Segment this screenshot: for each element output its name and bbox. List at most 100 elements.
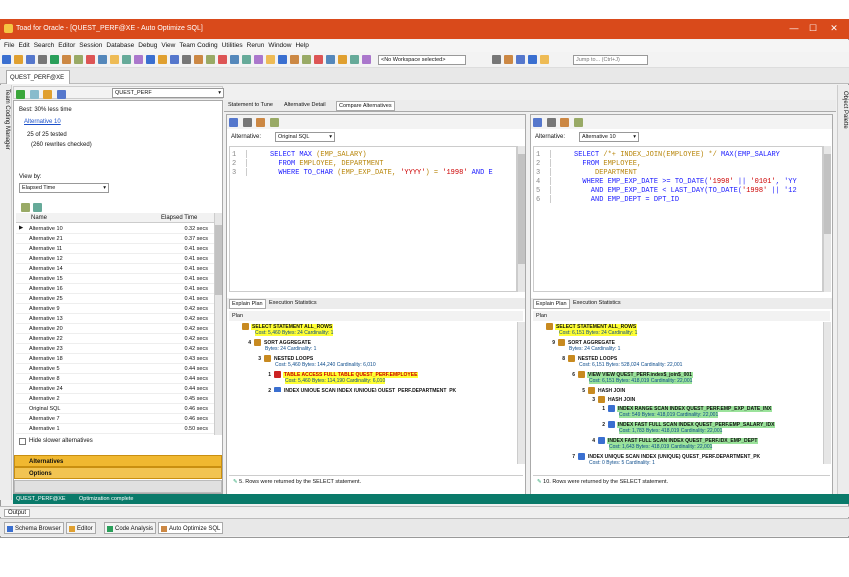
edit-icon[interactable]: [574, 118, 584, 127]
menu-item-debug[interactable]: Debug: [138, 42, 157, 49]
table-row[interactable]: Alternative 13 0.42 secs: [16, 314, 214, 324]
table-row[interactable]: ▶ Alternative 10 0.32 secs: [16, 224, 214, 234]
toolbar-tool-icon[interactable]: [278, 55, 287, 64]
toolbar-tool-icon[interactable]: [338, 55, 347, 64]
menu-item-file[interactable]: File: [4, 42, 14, 49]
plan-node[interactable]: 6 VIEW VIEW QUEST_PERF.index$_join$_001: [567, 371, 693, 378]
table-row[interactable]: Alternative 25 0.41 secs: [16, 294, 214, 304]
side-tab-team-coding[interactable]: Team Coding Manager: [4, 89, 10, 150]
toolbar-tool-icon[interactable]: [134, 55, 143, 64]
toolbar-tool-icon[interactable]: [158, 55, 167, 64]
toolbar-tool-icon[interactable]: [122, 55, 131, 64]
schema-combo[interactable]: QUEST_PERF ▾: [112, 88, 224, 98]
table-row[interactable]: Alternative 20 0.42 secs: [16, 324, 214, 334]
table-row[interactable]: Original SQL 0.46 secs: [16, 404, 214, 414]
original-sql-editor[interactable]: 1 SELECT MAX (EMP_SALARY) 2 FROM EMPLOYEE,…: [229, 146, 517, 292]
plan-node[interactable]: 3 HASH JOIN: [587, 396, 636, 403]
maximize-icon[interactable]: ☐: [806, 23, 820, 34]
table-row[interactable]: Alternative 5 0.44 secs: [16, 364, 214, 374]
save-icon[interactable]: [229, 118, 238, 127]
table-row[interactable]: Alternative 9 0.42 secs: [16, 304, 214, 314]
menu-item-editor[interactable]: Editor: [58, 42, 75, 49]
col-elapsed[interactable]: Elapsed Time: [161, 215, 197, 221]
menu-item-search[interactable]: Search: [34, 42, 55, 49]
table-row[interactable]: Alternative 1 0.50 secs: [16, 424, 214, 434]
toolbar-tool-icon[interactable]: [516, 55, 525, 64]
jump-to-input[interactable]: Jump to... (Ctrl+J): [573, 55, 648, 65]
toolbar-tool-icon[interactable]: [504, 55, 513, 64]
table-row[interactable]: Alternative 23 0.42 secs: [16, 344, 214, 354]
plan-node[interactable]: 1 INDEX RANGE SCAN INDEX QUEST_PERF.EMP_E…: [597, 405, 773, 412]
alternatives-scrollbar[interactable]: [214, 213, 222, 435]
plan-node[interactable]: 7 INDEX UNIQUE SCAN INDEX (UNIQUE) QUEST_…: [567, 453, 761, 460]
hide-slower-checkbox[interactable]: [19, 438, 26, 445]
toolbar-tool-icon[interactable]: [50, 55, 59, 64]
plan-node[interactable]: SELECT STATEMENT ALL_ROWS: [535, 323, 638, 330]
menu-item-edit[interactable]: Edit: [18, 42, 29, 49]
tab-connection[interactable]: QUEST_PERF@XE: [6, 70, 70, 84]
toolbar-tool-icon[interactable]: [242, 55, 251, 64]
toolbar-tool-icon[interactable]: [230, 55, 239, 64]
plan-tab-explain-plan[interactable]: Explain Plan: [229, 299, 266, 309]
toolbar-tool-icon[interactable]: [38, 55, 47, 64]
toolbar-tool-icon[interactable]: [110, 55, 119, 64]
alternative-sql-scrollbar[interactable]: [823, 146, 831, 292]
table-row[interactable]: Alternative 15 0.41 secs: [16, 274, 214, 284]
toolbar-tool-icon[interactable]: [2, 55, 11, 64]
table-row[interactable]: Alternative 2 0.45 secs: [16, 394, 214, 404]
copy-icon[interactable]: [256, 118, 266, 127]
bottom-tab-code-analysis[interactable]: Code Analysis: [104, 522, 157, 534]
bottom-tab-schema-browser[interactable]: Schema Browser: [4, 522, 64, 534]
bottom-tab-auto-optimize-sql[interactable]: Auto Optimize SQL: [158, 522, 224, 534]
toolbar-tool-icon[interactable]: [314, 55, 323, 64]
table-row[interactable]: Alternative 18 0.43 secs: [16, 354, 214, 364]
plan-node[interactable]: 3 NESTED LOOPS: [253, 355, 314, 362]
workspace-combo[interactable]: <No Workspace selected>: [378, 55, 466, 65]
original-alt-select[interactable]: Original SQL ▾: [275, 132, 335, 142]
toolbar-tool-icon[interactable]: [62, 55, 71, 64]
scroll-thumb[interactable]: [824, 154, 831, 234]
plan-node[interactable]: SELECT STATEMENT ALL_ROWS: [231, 323, 334, 330]
menu-item-database[interactable]: Database: [106, 42, 134, 49]
section-nav-bar[interactable]: [14, 480, 222, 493]
output-tab[interactable]: Output: [4, 509, 31, 517]
toolbar-tool-icon[interactable]: [254, 55, 263, 64]
toolbar-tool-icon[interactable]: [194, 55, 203, 64]
plan-node[interactable]: 9 SORT AGGREGATE: [547, 339, 616, 346]
scroll-thumb[interactable]: [215, 225, 222, 295]
toolbar-tool-icon[interactable]: [86, 55, 95, 64]
print-icon[interactable]: [242, 118, 252, 127]
plan-node[interactable]: 4 INDEX FAST FULL SCAN INDEX QUEST_PERF.I…: [587, 437, 759, 444]
plan-tab-execution-statistics[interactable]: Execution Statistics: [571, 299, 623, 307]
toolbar-tool-icon[interactable]: [302, 55, 311, 64]
table-row[interactable]: Alternative 21 0.37 secs: [16, 234, 214, 244]
table-row[interactable]: Alternative 7 0.46 secs: [16, 414, 214, 424]
toolbar-tool-icon[interactable]: [170, 55, 179, 64]
toolbar-tool-icon[interactable]: [74, 55, 83, 64]
menu-item-session[interactable]: Session: [79, 42, 102, 49]
toolbar-tool-icon[interactable]: [182, 55, 191, 64]
section-options[interactable]: Options: [14, 467, 222, 479]
toolbar-tool-icon[interactable]: [26, 55, 35, 64]
grid-icon[interactable]: [21, 203, 30, 212]
toolbar-tool-icon[interactable]: [266, 55, 275, 64]
plan-tab-execution-statistics[interactable]: Execution Statistics: [267, 299, 319, 307]
close-icon[interactable]: ✕: [827, 23, 841, 34]
edit-icon[interactable]: [270, 118, 280, 127]
toolbar-tool-icon[interactable]: [528, 55, 537, 64]
plan-node[interactable]: 2 INDEX FAST FULL SCAN INDEX QUEST_PERF.E…: [597, 421, 776, 428]
toolbar-tool-icon[interactable]: [146, 55, 155, 64]
export-icon[interactable]: [33, 203, 42, 212]
save-icon[interactable]: [533, 118, 542, 127]
table-row[interactable]: Alternative 12 0.41 secs: [16, 254, 214, 264]
toolbar-tool-icon[interactable]: [350, 55, 359, 64]
section-alternatives[interactable]: Alternatives: [14, 455, 222, 467]
folder-icon[interactable]: [43, 90, 53, 99]
toolbar-tool-icon[interactable]: [492, 55, 501, 64]
stop-icon[interactable]: [29, 90, 39, 99]
table-row[interactable]: Alternative 22 0.42 secs: [16, 334, 214, 344]
copy-icon[interactable]: [560, 118, 570, 127]
plan-node[interactable]: 1 TABLE ACCESS FULL TABLE QUEST_PERF.EMPL…: [263, 371, 419, 378]
tab-statement-to-tune[interactable]: Statement to Tune: [226, 101, 275, 109]
table-row[interactable]: Alternative 14 0.41 secs: [16, 264, 214, 274]
